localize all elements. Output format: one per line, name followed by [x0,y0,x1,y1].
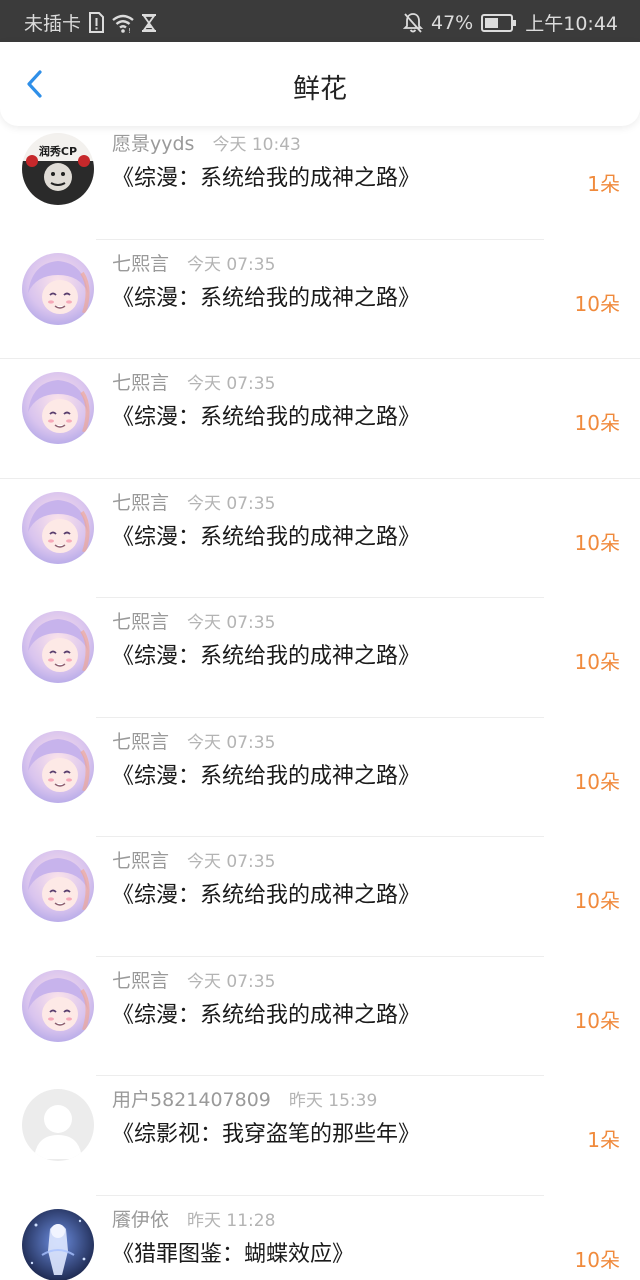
status-left: 未插卡 ! [24,9,157,36]
timestamp: 今天 10:43 [212,135,301,155]
username[interactable]: 七熙言 [112,368,169,395]
avatar[interactable] [22,611,94,683]
back-arrow-icon [27,70,42,98]
row-meta: 七熙言 今天 07:35 [112,488,275,515]
timestamp: 昨天 15:39 [288,1091,378,1111]
book-title[interactable]: 《综漫：系统给我的成神之路》 [112,280,420,312]
list-item[interactable]: 七熙言 今天 07:35 《综漫：系统给我的成神之路》 10朵 [0,718,640,837]
sim-missing-icon [87,11,105,34]
flower-count: 10朵 [574,769,620,794]
username[interactable]: 餍伊依 [112,1205,169,1232]
book-title[interactable]: 《综漫：系统给我的成神之路》 [112,399,420,431]
avatar[interactable] [22,850,94,922]
username[interactable]: 愿景yyds [112,129,194,156]
avatar[interactable] [22,252,94,325]
avatar[interactable] [22,1089,94,1161]
username[interactable]: 七熙言 [112,846,169,873]
list-item[interactable]: 餍伊依 昨天 11:28 《猎罪图鉴：蝴蝶效应》 10朵 [0,1196,640,1280]
flower-count: 10朵 [574,1247,620,1272]
list-item[interactable]: 润秀CP 愿景yyds 今天 10:43 《综漫：系统给我的成神之路》 1朵 [0,120,640,240]
book-title[interactable]: 《猎罪图鉴：蝴蝶效应》 [112,1236,354,1268]
timestamp: 今天 07:35 [187,613,276,633]
timestamp: 今天 07:35 [187,493,276,514]
status-bar: 未插卡 ! 47% 上午10:44 [0,0,640,42]
back-button[interactable] [18,66,54,102]
list-item[interactable]: 七熙言 今天 07:35 《综漫：系统给我的成神之路》 10朵 [0,479,640,598]
list-item[interactable]: 七熙言 今天 07:35 《综漫：系统给我的成神之路》 10朵 [0,957,640,1076]
battery-icon [481,13,517,32]
flower-count: 10朵 [574,650,620,674]
book-title[interactable]: 《综漫：系统给我的成神之路》 [112,877,420,909]
flower-count: 1朵 [587,1128,620,1152]
svg-text:!: ! [128,27,131,33]
notifications-off-icon [403,12,423,34]
timestamp: 今天 07:35 [187,374,276,394]
carrier-text: 未插卡 [24,13,82,35]
row-meta: 七熙言 今天 07:35 [112,607,275,634]
wifi-icon: ! [111,13,135,33]
book-title[interactable]: 《综影视：我穿盗笔的那些年》 [112,1116,420,1148]
hourglass-icon [141,13,157,33]
timestamp: 今天 07:35 [187,852,276,872]
username[interactable]: 七熙言 [112,727,169,754]
timestamp: 今天 07:35 [187,732,276,753]
row-meta: 七熙言 今天 07:35 [112,368,275,395]
battery-percent: 47% [431,11,474,34]
list-item[interactable]: 七熙言 今天 07:35 《综漫：系统给我的成神之路》 10朵 [0,359,640,479]
row-meta: 七熙言 今天 07:35 [112,846,275,873]
list-item[interactable]: 用户5821407809 昨天 15:39 《综影视：我穿盗笔的那些年》 1朵 [0,1076,640,1196]
list-item[interactable]: 七熙言 今天 07:35 《综漫：系统给我的成神之路》 10朵 [0,240,640,359]
flower-count: 10朵 [574,889,620,913]
row-meta: 愿景yyds 今天 10:43 [112,129,301,156]
username[interactable]: 七熙言 [112,488,169,515]
flower-record-list: 润秀CP 愿景yyds 今天 10:43 《综漫：系统给我的成神之路》 1朵 七熙言今… [0,120,640,1280]
page-title: 鲜花 [293,74,347,105]
row-meta: 七熙言 今天 07:35 [112,249,275,276]
timestamp: 今天 07:35 [187,254,276,275]
status-time: 上午10:44 [525,13,618,35]
username[interactable]: 七熙言 [112,966,169,993]
flower-count: 10朵 [574,291,620,316]
avatar[interactable] [22,1208,94,1280]
username[interactable]: 七熙言 [112,249,169,276]
timestamp: 昨天 11:28 [187,1210,276,1231]
row-meta: 用户5821407809 昨天 15:39 [112,1085,377,1112]
avatar[interactable] [22,730,94,803]
status-right: 47% 上午10:44 [403,9,618,36]
svg-text:润秀CP: 润秀CP [39,144,77,158]
list-item[interactable]: 七熙言 今天 07:35 《综漫：系统给我的成神之路》 10朵 [0,598,640,718]
row-meta: 七熙言 今天 07:35 [112,966,275,993]
book-title[interactable]: 《综漫：系统给我的成神之路》 [112,519,420,551]
avatar[interactable] [22,491,94,564]
avatar[interactable] [22,969,94,1042]
username[interactable]: 七熙言 [112,607,169,634]
list-item[interactable]: 七熙言 今天 07:35 《综漫：系统给我的成神之路》 10朵 [0,837,640,957]
row-meta: 餍伊依 昨天 11:28 [112,1205,275,1232]
book-title[interactable]: 《综漫：系统给我的成神之路》 [112,638,420,670]
book-title[interactable]: 《综漫：系统给我的成神之路》 [112,160,420,192]
flower-count: 1朵 [587,172,620,196]
avatar[interactable] [22,372,94,444]
flower-count: 10朵 [574,530,620,555]
avatar[interactable]: 润秀CP [22,133,94,205]
nav-bar: 鲜花 [0,42,640,126]
row-meta: 七熙言 今天 07:35 [112,727,275,754]
book-title[interactable]: 《综漫：系统给我的成神之路》 [112,997,420,1029]
flower-count: 10朵 [574,411,620,435]
book-title[interactable]: 《综漫：系统给我的成神之路》 [112,758,420,790]
username[interactable]: 用户5821407809 [112,1085,271,1112]
flower-count: 10朵 [574,1008,620,1033]
timestamp: 今天 07:35 [187,971,276,992]
